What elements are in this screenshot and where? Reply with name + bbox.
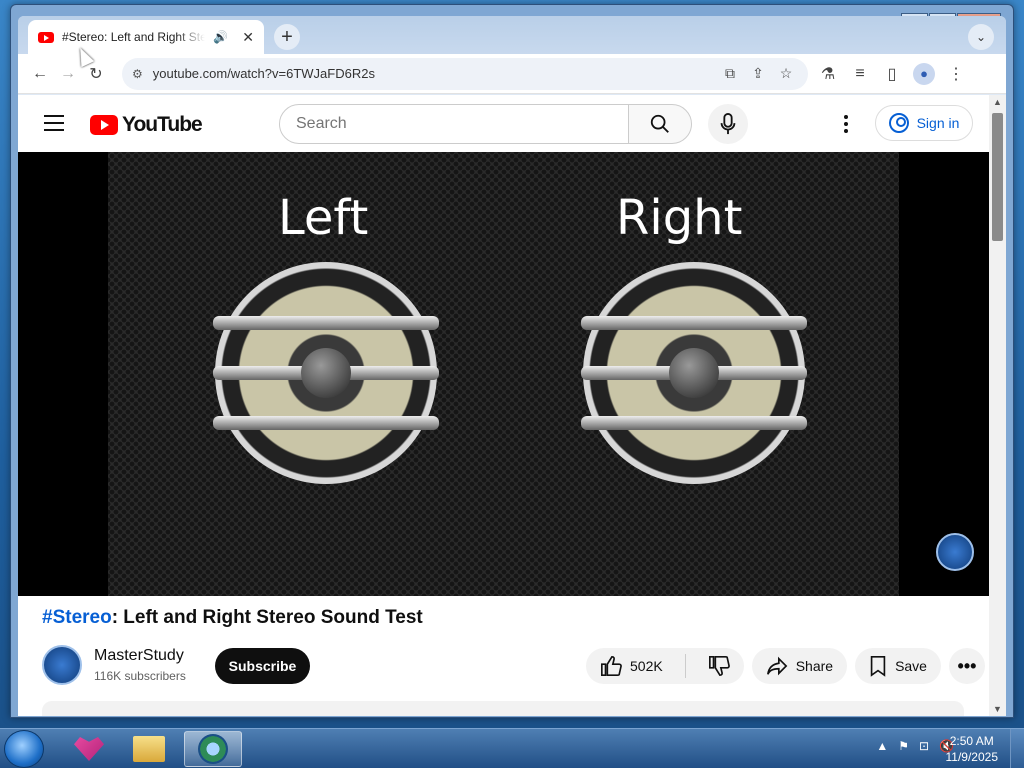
more-actions-button[interactable]: •••	[948, 648, 985, 684]
taskbar: ▲ ⚑ ⊡ 🔇 2:50 AM 11/9/2025	[0, 728, 1024, 768]
like-count: 502K	[630, 658, 663, 674]
youtube-page: YouTube Sign in Left Right	[18, 95, 989, 716]
taskbar-app-explorer[interactable]	[120, 731, 178, 767]
youtube-wordmark: YouTube	[122, 113, 203, 136]
channel-owner: MasterStudy 116K subscribers	[42, 645, 186, 685]
scroll-up-arrow-icon[interactable]: ▲	[993, 97, 1002, 107]
youtube-play-icon	[90, 115, 118, 135]
site-info-icon[interactable]: ⚙	[132, 67, 143, 81]
video-actions: 502K Share Save •••	[586, 648, 985, 684]
description-box[interactable]	[42, 701, 964, 716]
left-speaker-image	[213, 262, 439, 484]
channel-avatar[interactable]	[42, 645, 82, 685]
new-tab-button[interactable]: +	[274, 24, 300, 50]
search-box[interactable]	[279, 104, 629, 144]
taskbar-app-cat[interactable]	[60, 731, 118, 767]
youtube-logo[interactable]: YouTube	[90, 113, 203, 137]
show-desktop-button[interactable]	[1010, 729, 1024, 768]
forward-arrow-icon[interactable]: →	[54, 60, 82, 88]
right-speaker-image	[581, 262, 807, 484]
thumbs-up-icon	[601, 656, 622, 676]
channel-name[interactable]: MasterStudy	[94, 647, 186, 665]
start-button[interactable]	[4, 730, 44, 768]
sign-in-label: Sign in	[916, 115, 960, 131]
bookmark-star-icon[interactable]: ☆	[774, 62, 798, 86]
browser-chrome: #Stereo: Left and Right Stereo Sound Tes…	[18, 16, 1006, 716]
tab-search-button[interactable]: ⌄	[968, 24, 994, 50]
clock[interactable]: 2:50 AM 11/9/2025	[946, 733, 999, 765]
clock-date: 11/9/2025	[945, 750, 999, 764]
voice-search-button[interactable]	[708, 104, 748, 144]
action-center-flag-icon[interactable]: ⚑	[898, 739, 909, 753]
tab-strip: #Stereo: Left and Right Stereo Sound Tes…	[18, 16, 1006, 54]
taskbar-app-browser[interactable]	[184, 731, 242, 767]
clock-time: 2:50 AM	[949, 734, 994, 748]
video-frame[interactable]: Left Right	[108, 152, 899, 596]
title-text: : Left and Right Stereo Sound Test	[111, 607, 423, 628]
browser-menu-icon[interactable]: ⋮	[942, 60, 970, 88]
tab-active[interactable]: #Stereo: Left and Right Stereo Sound Tes…	[28, 20, 264, 54]
search-button[interactable]	[628, 104, 692, 144]
save-button[interactable]: Save	[855, 648, 941, 684]
folder-icon	[133, 736, 165, 762]
sign-in-button[interactable]: Sign in	[875, 105, 973, 141]
tab-close-icon[interactable]: ✕	[242, 29, 254, 46]
subscriber-count: 116K subscribers	[94, 669, 186, 683]
address-bar[interactable]: ⚙ youtube.com/watch?v=6TWJaFD6R2s ⧉ ⇪ ☆	[122, 57, 808, 90]
hamburger-menu-icon[interactable]	[44, 115, 64, 136]
labs-flask-icon[interactable]: ⚗	[814, 60, 842, 88]
subscribe-button[interactable]: Subscribe	[215, 648, 310, 684]
account-circle-icon	[888, 113, 909, 133]
youtube-favicon-icon	[38, 31, 54, 43]
tab-title: #Stereo: Left and Right Stereo Sound Tes…	[62, 30, 206, 44]
microphone-icon	[720, 113, 736, 135]
left-label: Left	[278, 190, 369, 246]
browser-toolbar: ← → ↻ ⚙ youtube.com/watch?v=6TWJaFD6R2s …	[18, 54, 1006, 94]
youtube-masthead: YouTube Sign in	[18, 95, 989, 152]
url-text[interactable]: youtube.com/watch?v=6TWJaFD6R2s	[153, 66, 708, 81]
search-icon	[650, 114, 669, 133]
side-panel-icon[interactable]: ▯	[878, 60, 906, 88]
search-input[interactable]	[296, 115, 628, 133]
right-label: Right	[616, 190, 743, 246]
share-page-icon[interactable]: ⇪	[746, 62, 770, 86]
media-control-icon[interactable]: ≡	[846, 60, 874, 88]
browser-icon	[198, 734, 228, 764]
channel-watermark-icon[interactable]	[936, 533, 974, 571]
speaker-icon[interactable]: 🔊	[213, 30, 228, 44]
share-button[interactable]: Share	[751, 648, 848, 684]
like-button[interactable]: 502K	[586, 648, 677, 684]
cat-app-icon	[74, 737, 104, 761]
like-dislike-group: 502K	[586, 648, 744, 684]
page-scrollbar[interactable]: ▲ ▼	[989, 95, 1006, 716]
save-label: Save	[895, 658, 927, 674]
system-tray: ▲ ⚑ ⊡ 🔇	[876, 739, 954, 753]
more-horizontal-icon: •••	[957, 655, 977, 676]
thumbs-down-icon	[708, 656, 730, 676]
share-arrow-icon	[766, 656, 788, 676]
scroll-down-arrow-icon[interactable]: ▼	[993, 704, 1002, 714]
settings-more-icon[interactable]	[836, 112, 856, 136]
share-label: Share	[795, 658, 834, 674]
scroll-thumb[interactable]	[992, 113, 1003, 241]
profile-icon[interactable]: ●	[910, 60, 938, 88]
dislike-button[interactable]	[694, 648, 744, 684]
tray-expand-icon[interactable]: ▲	[876, 739, 888, 753]
network-icon[interactable]: ⊡	[919, 739, 929, 753]
install-app-icon[interactable]: ⧉	[718, 62, 742, 86]
title-hashtag-link[interactable]: #Stereo	[42, 607, 112, 628]
bookmark-icon	[870, 656, 886, 677]
back-arrow-icon[interactable]: ←	[26, 60, 54, 88]
video-player[interactable]: Left Right	[18, 152, 989, 596]
video-title: #Stereo: Left and Right Stereo Sound Tes…	[42, 607, 423, 629]
like-divider	[684, 654, 686, 678]
